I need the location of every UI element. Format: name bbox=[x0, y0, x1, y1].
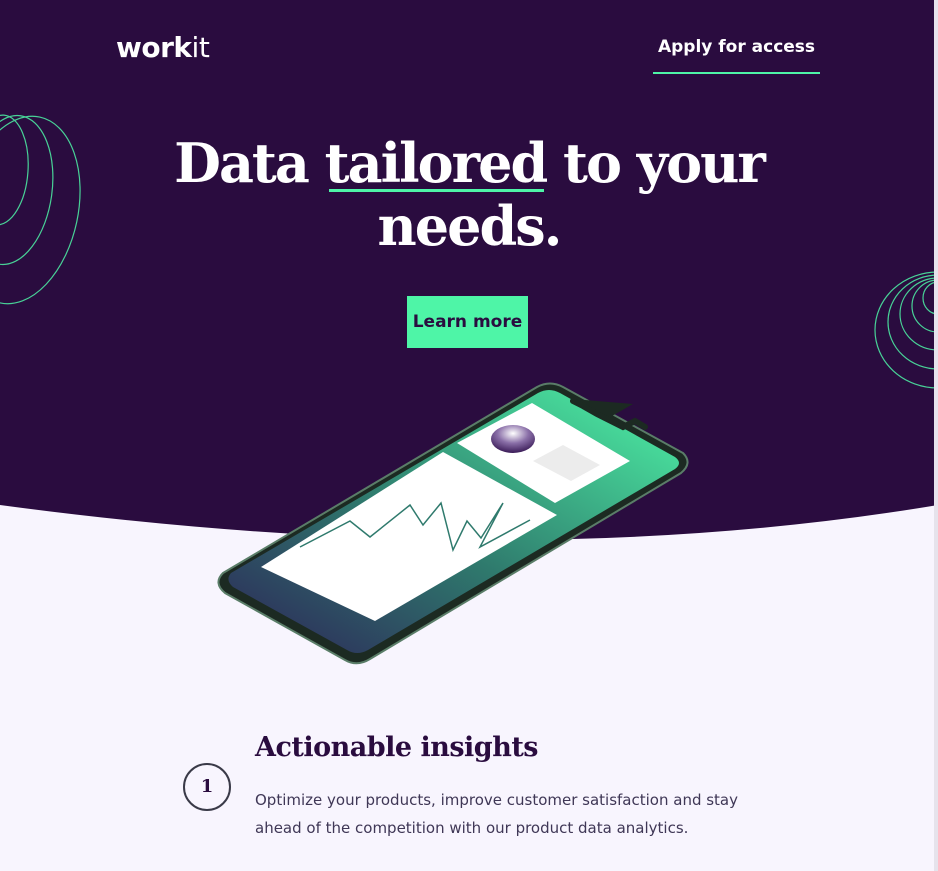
hero-headline: Data tailored to your needs. bbox=[169, 132, 769, 258]
decorative-loop-left-icon bbox=[0, 114, 81, 305]
feature-title: Actionable insights bbox=[255, 732, 539, 763]
logo-word-bold: work bbox=[116, 31, 192, 64]
headline-text-start: Data bbox=[174, 131, 325, 195]
headline-highlight: tailored bbox=[324, 131, 549, 195]
phone-illustration bbox=[205, 375, 705, 675]
page-scrollbar[interactable] bbox=[934, 0, 938, 871]
feature-number-badge: 1 bbox=[183, 763, 231, 811]
learn-more-button[interactable]: Learn more bbox=[407, 296, 528, 348]
logo[interactable]: workit bbox=[116, 31, 210, 64]
decorative-loop-right-icon bbox=[874, 271, 938, 389]
logo-word-light: it bbox=[191, 31, 210, 64]
headline-line-2: needs. bbox=[377, 194, 563, 258]
apply-for-access-link[interactable]: Apply for access bbox=[653, 36, 820, 74]
feature-description: Optimize your products, improve customer… bbox=[255, 791, 739, 837]
headline-text-end: to your bbox=[546, 131, 766, 195]
